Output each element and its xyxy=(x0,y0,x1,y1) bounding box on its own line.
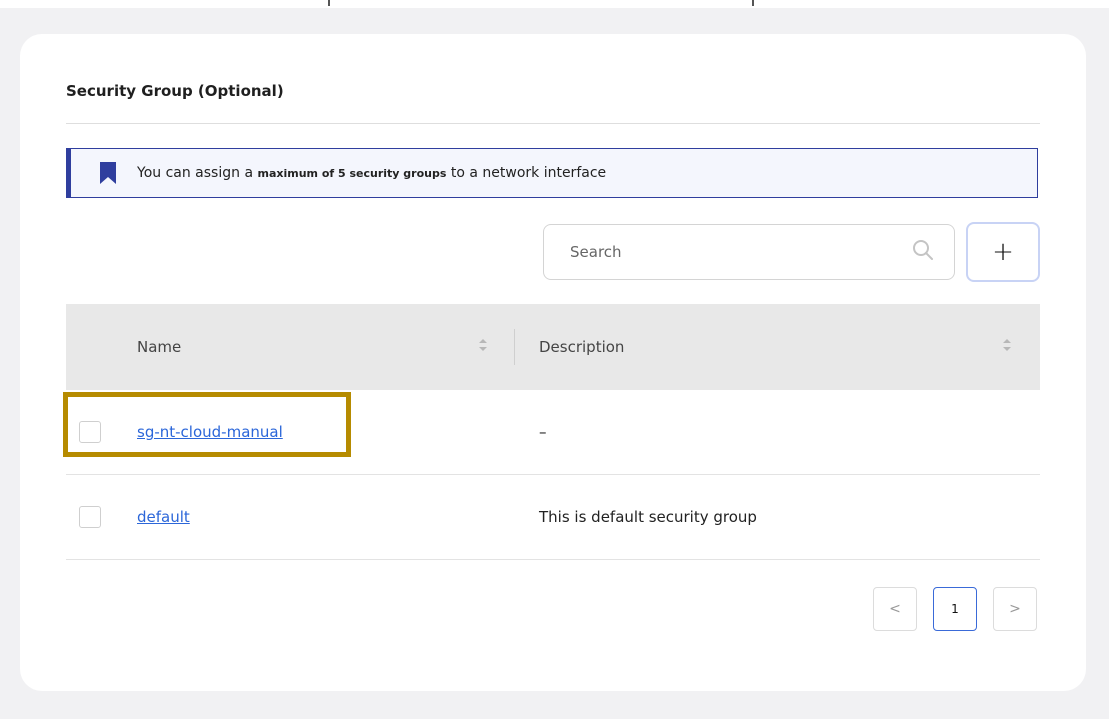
pagination-next-button[interactable]: > xyxy=(993,587,1037,631)
column-header-description[interactable]: Description xyxy=(539,338,624,356)
banner-text-bold: maximum of 5 security groups xyxy=(257,167,447,180)
pagination-prev-button[interactable]: < xyxy=(873,587,917,631)
section-title: Security Group (Optional) xyxy=(66,82,284,100)
add-security-group-button[interactable]: + xyxy=(966,222,1040,282)
title-divider xyxy=(66,123,1040,124)
security-group-description: – xyxy=(539,423,547,441)
top-tick-right xyxy=(752,0,754,6)
info-banner: You can assign a maximum of 5 security g… xyxy=(66,148,1038,198)
search-box[interactable] xyxy=(543,224,955,280)
column-divider xyxy=(514,329,515,365)
top-strip xyxy=(0,0,1109,8)
bookmark-icon xyxy=(100,162,116,184)
search-icon[interactable] xyxy=(912,239,934,261)
row-checkbox[interactable] xyxy=(79,506,101,528)
table-row: default This is default security group xyxy=(66,475,1040,560)
security-group-description: This is default security group xyxy=(539,508,757,526)
banner-text: You can assign a maximum of 5 security g… xyxy=(137,165,606,181)
sort-description-icon[interactable] xyxy=(1002,337,1012,353)
pagination-page-1[interactable]: 1 xyxy=(933,587,977,631)
top-tick-left xyxy=(328,0,330,6)
page: Security Group (Optional) You can assign… xyxy=(0,0,1109,719)
banner-text-suffix: to a network interface xyxy=(446,165,607,181)
banner-text-prefix: You can assign a xyxy=(137,165,258,181)
security-group-name-link[interactable]: default xyxy=(137,508,190,526)
highlight-annotation-box xyxy=(63,392,351,457)
table-header: Name Description xyxy=(66,304,1040,390)
search-input[interactable] xyxy=(568,242,892,262)
sort-name-icon[interactable] xyxy=(478,337,488,353)
column-header-name[interactable]: Name xyxy=(137,338,181,356)
